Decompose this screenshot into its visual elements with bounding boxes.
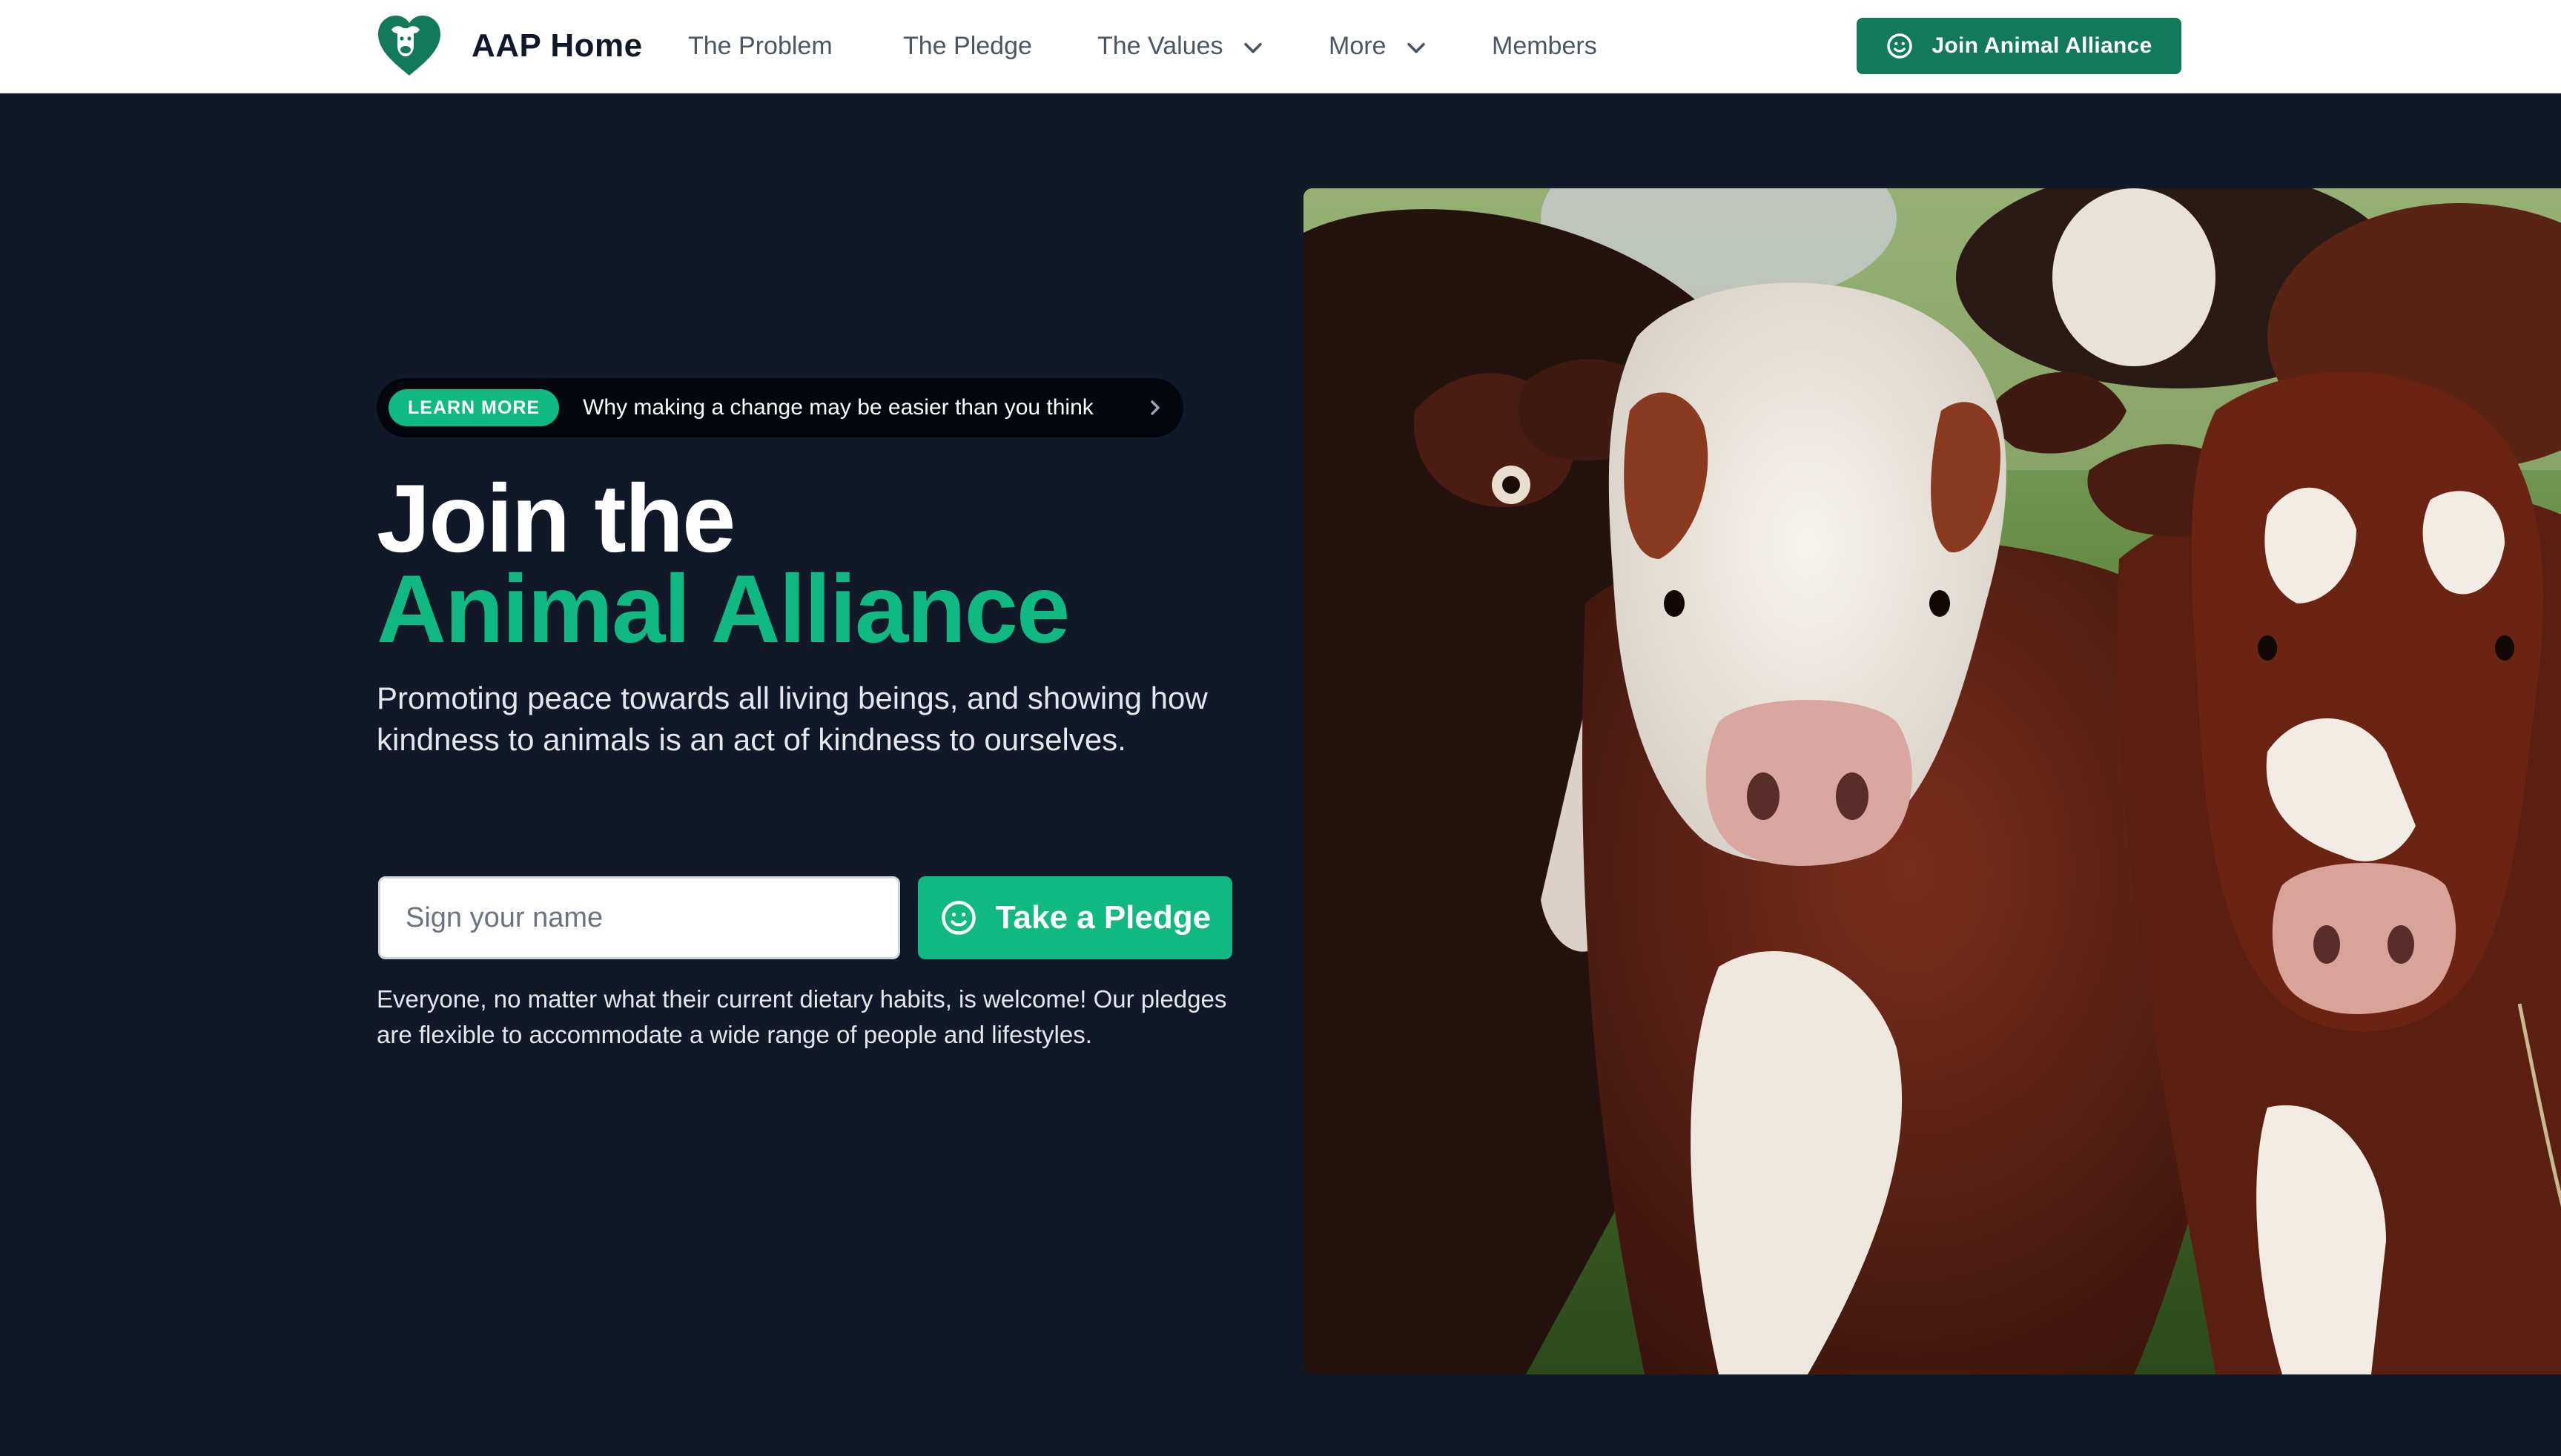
nav-the-pledge[interactable]: The Pledge [903, 24, 1032, 68]
nav-the-values[interactable]: The Values [1097, 24, 1266, 68]
site-header: AAP Home The Problem The Pledge The Valu… [0, 0, 2561, 93]
join-animal-alliance-label: Join Animal Alliance [1932, 33, 2152, 58]
heart-with-cow-icon[interactable] [375, 13, 443, 77]
nav-members[interactable]: Members [1492, 24, 1597, 68]
hero-subtitle: Promoting peace towards all living being… [377, 681, 1208, 757]
take-a-pledge-button[interactable]: Take a Pledge [918, 876, 1232, 959]
chevron-right-icon [1151, 400, 1160, 415]
hero-headline-line1: Join the [377, 464, 736, 572]
cows-hero-image [1303, 188, 2561, 1374]
nav-the-values-label: The Values [1097, 32, 1223, 60]
brand-home-link[interactable]: AAP Home [472, 24, 643, 68]
nav-the-problem[interactable]: The Problem [688, 24, 833, 68]
take-a-pledge-label: Take a Pledge [995, 899, 1212, 936]
nav-more[interactable]: More [1329, 24, 1429, 68]
learn-more-announcement[interactable]: LEARN MORE Why making a change may be ea… [377, 378, 1183, 437]
sign-name-input[interactable] [378, 876, 900, 959]
smile-icon [1887, 33, 1913, 59]
nav-more-label: More [1329, 32, 1387, 60]
learn-more-badge: LEARN MORE [389, 389, 560, 426]
smile-icon [942, 901, 976, 935]
chevron-down-icon [1244, 42, 1262, 53]
welcome-note: Everyone, no matter what their current d… [377, 985, 1227, 1048]
hero-headline-line2: Animal Alliance [377, 555, 1070, 663]
chevron-down-icon [1407, 42, 1425, 53]
join-animal-alliance-button[interactable]: Join Animal Alliance [1857, 18, 2181, 74]
announcement-text: Why making a change may be easier than y… [583, 395, 1094, 420]
